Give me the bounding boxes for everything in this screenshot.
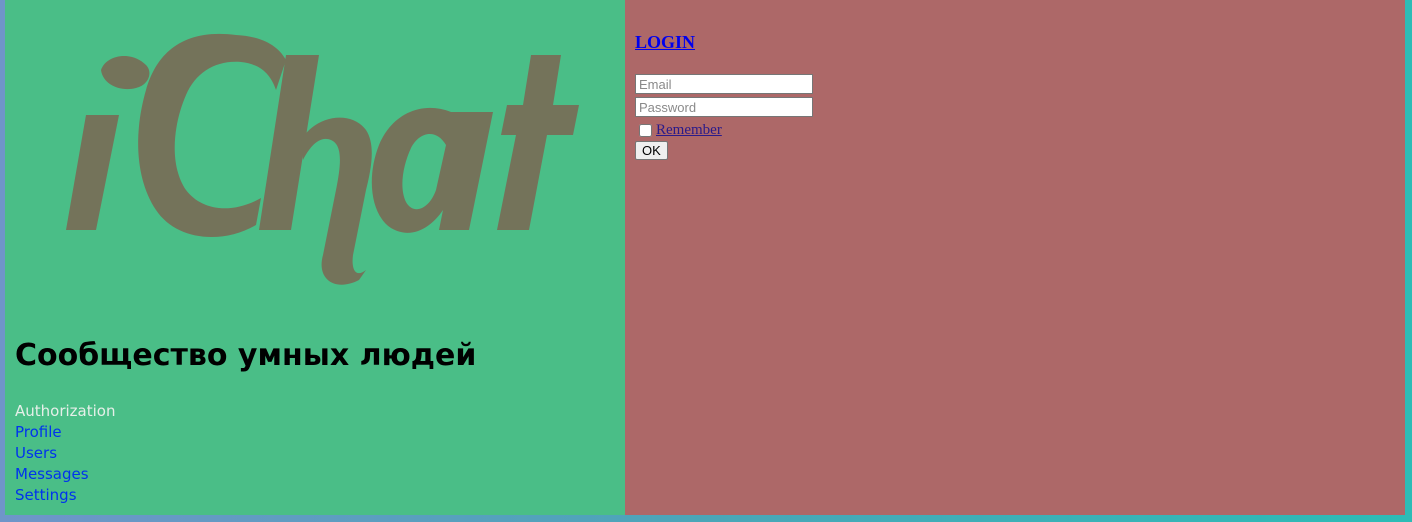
nav-item-authorization[interactable]: Authorization [15, 401, 115, 422]
nav-item-users[interactable]: Users [15, 443, 115, 464]
login-form: Remember OK [635, 74, 813, 160]
remember-row: Remember [638, 120, 813, 140]
nav-item-profile[interactable]: Profile [15, 422, 115, 443]
slogan-heading: Сообщество умных людей [15, 338, 477, 373]
page-frame: Сообщество умных людей Authorization Pro… [5, 0, 1405, 515]
ichat-logo [66, 33, 579, 285]
left-panel: Сообщество умных людей Authorization Pro… [5, 0, 625, 515]
main-nav: Authorization Profile Users Messages Set… [15, 401, 115, 506]
ok-button[interactable]: OK [635, 141, 668, 160]
right-panel: LOGIN Remember OK [625, 0, 1405, 515]
remember-checkbox[interactable] [639, 123, 652, 137]
nav-item-messages[interactable]: Messages [15, 464, 115, 485]
email-field[interactable] [635, 74, 813, 94]
remember-label[interactable]: Remember [656, 122, 722, 139]
password-field[interactable] [635, 97, 813, 117]
login-title-link[interactable]: LOGIN [635, 32, 695, 53]
nav-item-settings[interactable]: Settings [15, 485, 115, 506]
